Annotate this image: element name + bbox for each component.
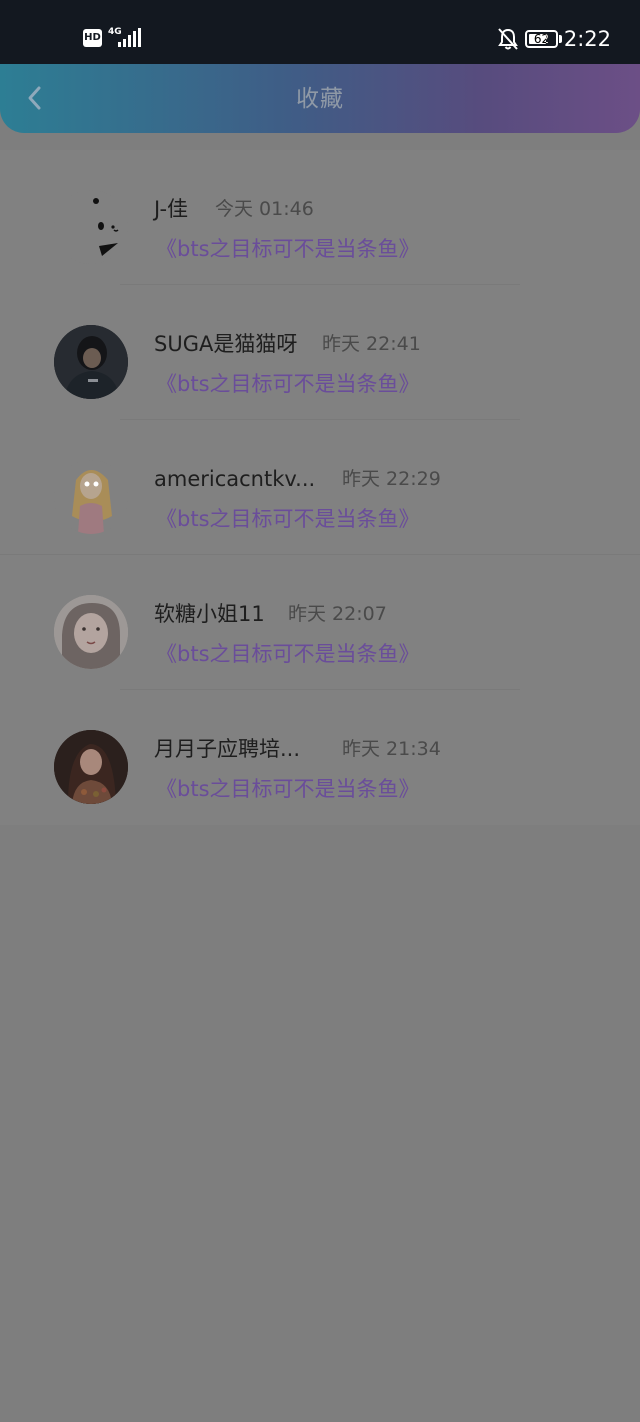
status-bar: HD 4G 62 2:22 xyxy=(0,0,640,64)
book-title-link[interactable]: 《bts之目标可不是当条鱼》 xyxy=(156,775,420,803)
app-header: 收藏 xyxy=(0,64,640,133)
signal-icon xyxy=(118,28,141,47)
timestamp: 昨天 22:29 xyxy=(342,468,441,490)
book-title-link[interactable]: 《bts之目标可不是当条鱼》 xyxy=(156,505,420,533)
battery-icon: 62 xyxy=(525,30,558,48)
girl-photo-avatar[interactable] xyxy=(54,730,128,804)
list-item[interactable]: 软糖小姐11 昨天 22:07 《bts之目标可不是当条鱼》 xyxy=(0,555,640,690)
bell-muted-icon xyxy=(498,28,518,50)
timestamp: 今天 01:46 xyxy=(215,198,314,220)
author-name: 月月子应聘培... xyxy=(154,737,301,761)
timestamp: 昨天 22:41 xyxy=(322,333,421,355)
cartoon-girl-avatar[interactable] xyxy=(54,460,128,534)
clock: 2:22 xyxy=(563,27,611,51)
screen: HD 4G 62 2:22 收藏 J-佳 今天 01:46 《bts之目标可不是… xyxy=(0,0,640,1422)
page-title: 收藏 xyxy=(296,86,344,112)
book-title-link[interactable]: 《bts之目标可不是当条鱼》 xyxy=(156,370,420,398)
girl-face-avatar[interactable] xyxy=(54,595,128,669)
hd-icon: HD xyxy=(83,29,102,47)
book-title-link[interactable]: 《bts之目标可不是当条鱼》 xyxy=(156,640,420,668)
author-name: 软糖小姐11 xyxy=(154,602,265,626)
list-item[interactable]: J-佳 今天 01:46 《bts之目标可不是当条鱼》 xyxy=(0,150,640,285)
book-title-link[interactable]: 《bts之目标可不是当条鱼》 xyxy=(156,235,420,263)
timestamp: 昨天 22:07 xyxy=(288,603,387,625)
battery-level-text: 62 xyxy=(533,32,550,46)
dark-portrait-avatar[interactable] xyxy=(54,325,128,399)
panda-avatar[interactable] xyxy=(54,190,128,264)
favorites-list: J-佳 今天 01:46 《bts之目标可不是当条鱼》 SUGA是猫猫呀 昨天 … xyxy=(0,150,640,825)
author-name: J-佳 xyxy=(154,197,189,221)
author-name: americacntkv... xyxy=(154,467,316,491)
list-item[interactable]: SUGA是猫猫呀 昨天 22:41 《bts之目标可不是当条鱼》 xyxy=(0,285,640,420)
author-name: SUGA是猫猫呀 xyxy=(154,332,298,356)
list-item[interactable]: americacntkv... 昨天 22:29 《bts之目标可不是当条鱼》 xyxy=(0,420,640,555)
list-item[interactable]: 月月子应聘培... 昨天 21:34 《bts之目标可不是当条鱼》 xyxy=(0,690,640,825)
timestamp: 昨天 21:34 xyxy=(342,738,441,760)
